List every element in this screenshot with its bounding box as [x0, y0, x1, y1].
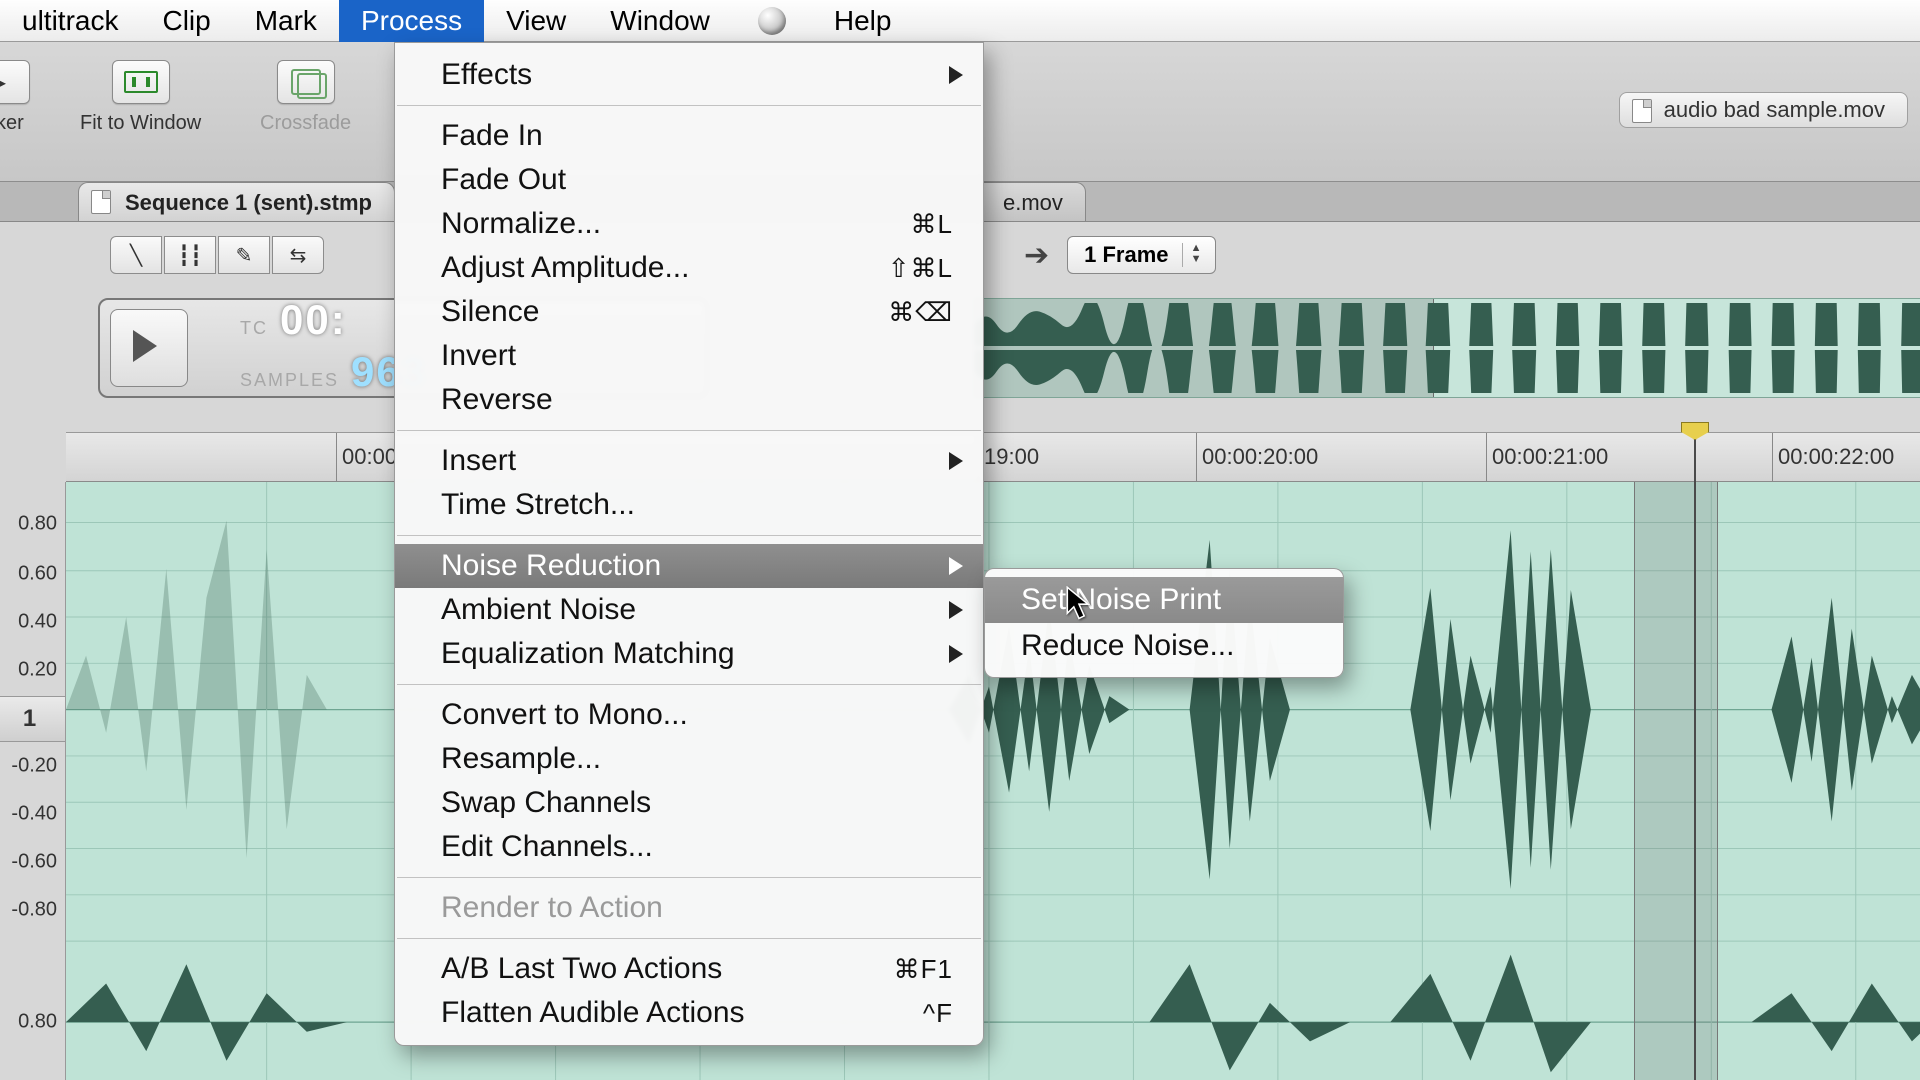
amp-label: 0.60 [18, 563, 57, 586]
amp-label: -0.20 [11, 755, 57, 778]
menu-item-time-stretch[interactable]: Time Stretch... [395, 483, 983, 527]
menu-item-convert-to-mono[interactable]: Convert to Mono... [395, 693, 983, 737]
tab-secondary-label: e.mov [1003, 190, 1063, 216]
crossfade-label: Crossfade [260, 112, 351, 135]
menu-item-fade-in[interactable]: Fade In [395, 114, 983, 158]
menu-item-insert[interactable]: Insert [395, 439, 983, 483]
menu-item-ambient-noise[interactable]: Ambient Noise [395, 588, 983, 632]
samples-label: SAMPLES [240, 370, 339, 391]
menu-clip[interactable]: Clip [140, 0, 232, 42]
submenu-item-reduce-noise[interactable]: Reduce Noise... [985, 623, 1343, 669]
menu-item-fade-out[interactable]: Fade Out [395, 158, 983, 202]
amp-label: 0.40 [18, 611, 57, 634]
menu-item-silence[interactable]: Silence⌘⌫ [395, 290, 983, 334]
menu-item-reverse[interactable]: Reverse [395, 378, 983, 422]
overview-wave-top [975, 303, 1920, 346]
menu-item-flatten-audible-actions[interactable]: Flatten Audible Actions^F [395, 991, 983, 1035]
tab-sequence[interactable]: Sequence 1 (sent).stmp [78, 182, 395, 222]
tool-palette: ╲ ┇┇ ✎ ⇆ [110, 236, 324, 274]
menu-mark[interactable]: Mark [233, 0, 339, 42]
fit-to-window-button[interactable]: Fit to Window [80, 60, 201, 135]
menu-item-a-b-last-two-actions[interactable]: A/B Last Two Actions⌘F1 [395, 947, 983, 991]
nudge-controls: ➔ 1 Frame ▲▼ [1024, 236, 1216, 274]
menu-multitrack[interactable]: ultitrack [0, 0, 140, 42]
window-title: audio bad sample.mov [1619, 92, 1908, 128]
tc-label: TC [240, 318, 268, 339]
app-logo-icon [758, 7, 786, 35]
nudge-right-icon[interactable]: ➔ [1024, 238, 1049, 273]
tab-label: Sequence 1 (sent).stmp [125, 190, 372, 216]
menubar[interactable]: ultitrack Clip Mark Process View Window … [0, 0, 1920, 42]
amplitude-scale: 0.80 0.60 0.40 0.20 0 -0.20 -0.40 -0.60 … [0, 482, 66, 1080]
menu-item-normalize[interactable]: Normalize...⌘L [395, 202, 983, 246]
tab-secondary[interactable]: e.mov [980, 182, 1086, 222]
marker-icon: ▸ [0, 60, 30, 104]
menu-item-effects[interactable]: Effects [395, 53, 983, 97]
menu-item-noise-reduction[interactable]: Noise Reduction [395, 544, 983, 588]
menu-window[interactable]: Window [588, 0, 732, 42]
overview-wave-bottom [975, 350, 1920, 393]
tc-value: 00: [280, 296, 347, 344]
menu-item-resample[interactable]: Resample... [395, 737, 983, 781]
marker-button[interactable]: ▸ arker [0, 60, 30, 135]
process-menu[interactable]: Effects Fade InFade OutNormalize...⌘LAdju… [394, 42, 984, 1046]
menu-help[interactable]: Help [812, 0, 914, 42]
ruler-tick: 00:00:21:00 [1486, 433, 1608, 481]
playhead-line[interactable] [1694, 432, 1696, 1080]
crossfade-button[interactable]: Crossfade [260, 60, 351, 135]
amp-label: 0.80 [18, 1011, 57, 1034]
window-title-text: audio bad sample.mov [1664, 97, 1885, 123]
fit-to-window-label: Fit to Window [80, 112, 201, 135]
selection-region[interactable] [1634, 482, 1718, 1080]
crossfade-icon [277, 60, 335, 104]
pencil-tool[interactable]: ✎ [218, 236, 270, 274]
amp-label: -0.40 [11, 803, 57, 826]
pointer-tool[interactable]: ╲ [110, 236, 162, 274]
menu-process[interactable]: Process [339, 0, 484, 42]
frame-value: 1 Frame [1084, 242, 1168, 268]
submenu-item-set-noise-print[interactable]: Set Noise Print [985, 577, 1343, 623]
stepper-chevrons-icon: ▲▼ [1191, 243, 1202, 265]
ruler-tick: 00:00:20:00 [1196, 433, 1318, 481]
marker-label: arker [0, 112, 24, 135]
ruler-tick: 00:00 [336, 433, 397, 481]
menu-view[interactable]: View [484, 0, 588, 42]
noise-reduction-submenu[interactable]: Set Noise PrintReduce Noise... [984, 568, 1344, 678]
menu-item-adjust-amplitude[interactable]: Adjust Amplitude...⇧⌘L [395, 246, 983, 290]
menu-item-invert[interactable]: Invert [395, 334, 983, 378]
menu-item-edit-channels[interactable]: Edit Channels... [395, 825, 983, 869]
fit-to-window-icon [112, 60, 170, 104]
track-number[interactable]: 1 [0, 696, 65, 742]
ruler-tick: 19:00 [978, 433, 1039, 481]
menu-item-equalization-matching[interactable]: Equalization Matching [395, 632, 983, 676]
range-tool[interactable]: ┇┇ [164, 236, 216, 274]
amp-label: -0.60 [11, 851, 57, 874]
time-ruler[interactable]: 00:00 19:00 00:00:20:00 00:00:21:00 00:0… [66, 432, 1920, 482]
amp-label: 0.20 [18, 659, 57, 682]
amp-label: -0.80 [11, 899, 57, 922]
ruler-tick: 00:00:22:00 [1772, 433, 1894, 481]
frame-stepper[interactable]: 1 Frame ▲▼ [1067, 236, 1215, 274]
document-icon [91, 190, 111, 214]
play-button[interactable] [110, 309, 188, 387]
overview-waveform[interactable] [974, 298, 1920, 398]
menu-item-swap-channels[interactable]: Swap Channels [395, 781, 983, 825]
document-icon [1632, 99, 1652, 123]
scrub-tool[interactable]: ⇆ [272, 236, 324, 274]
menu-item-render-to-action: Render to Action [395, 886, 983, 930]
amp-label: 0.80 [18, 513, 57, 536]
